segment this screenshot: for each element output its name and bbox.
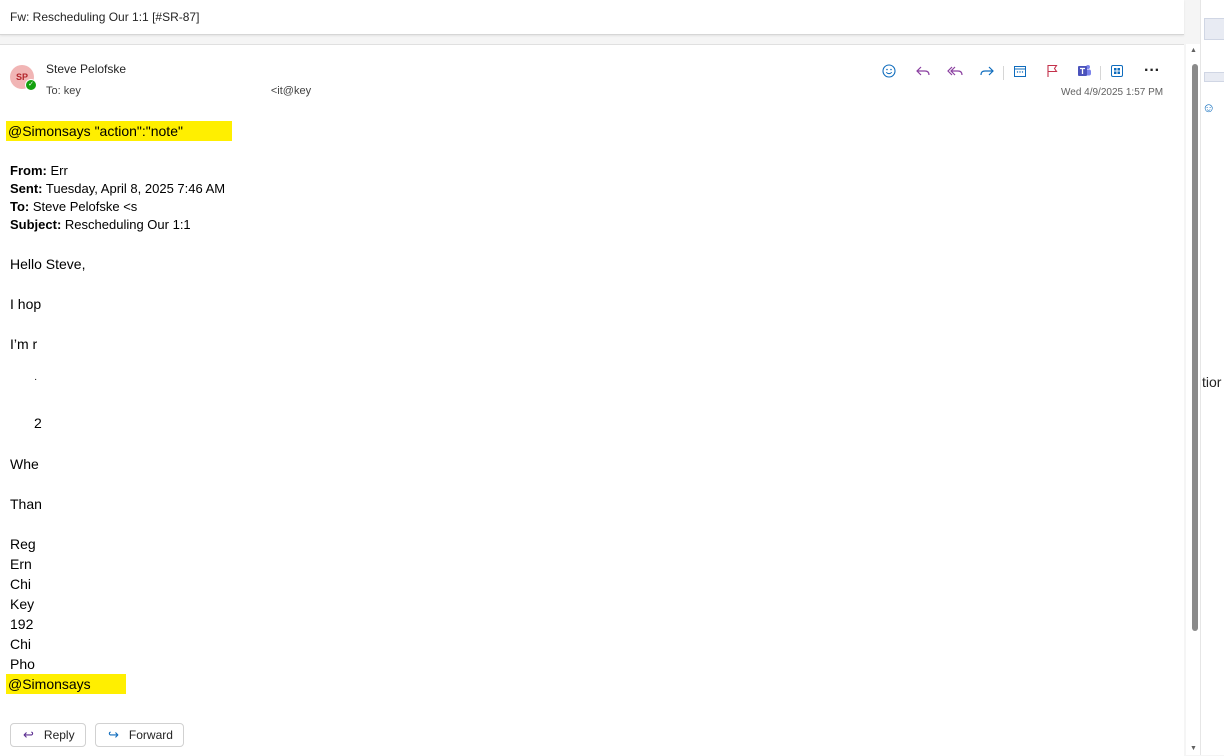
more-icon[interactable]: ··· bbox=[1141, 63, 1163, 83]
signature-line: Key bbox=[10, 596, 35, 612]
greeting: Hello Steve, bbox=[10, 256, 86, 272]
highlighted-command-top: @Simonsays "action":"note" bbox=[6, 121, 232, 141]
teams-icon[interactable] bbox=[1073, 63, 1095, 83]
reply-all-icon[interactable] bbox=[944, 63, 966, 83]
forward-icon[interactable] bbox=[976, 63, 998, 83]
recipient-line: To: key <it@key bbox=[46, 85, 311, 97]
forward-icon: ↪ bbox=[108, 727, 119, 742]
body-paragraph: I’m r bbox=[10, 336, 38, 352]
header-to: To: Steve Pelofske <s bbox=[10, 199, 138, 214]
bullet-item: 2 bbox=[34, 415, 42, 431]
email-message: SP ✓ Steve Pelofske To: key <it@key ··· … bbox=[0, 44, 1184, 756]
toolbar-divider bbox=[1100, 66, 1101, 80]
recipient-email[interactable]: <it@key bbox=[271, 85, 311, 97]
emoji-icon[interactable] bbox=[878, 63, 900, 83]
reply-icon: ↩ bbox=[23, 727, 34, 742]
subject-bar: Fw: Rescheduling Our 1:1 [#SR-87] bbox=[0, 0, 1184, 35]
header-from: From: Err bbox=[10, 163, 68, 178]
apps-icon[interactable] bbox=[1106, 63, 1128, 83]
header-sent: Sent: Tuesday, April 8, 2025 7:46 AM bbox=[10, 181, 226, 196]
bullet-item: · bbox=[34, 374, 38, 385]
flag-icon[interactable] bbox=[1041, 63, 1063, 83]
header-subject: Subject: Rescheduling Our 1:1 bbox=[10, 217, 191, 232]
received-date: Wed 4/9/2025 1:57 PM bbox=[1061, 87, 1164, 98]
scrollbar-thumb[interactable] bbox=[1192, 64, 1198, 631]
to-label: To: bbox=[46, 85, 61, 97]
sender-name[interactable]: Steve Pelofske bbox=[46, 62, 126, 76]
signature-line: Pho bbox=[10, 656, 35, 672]
email-subject: Fw: Rescheduling Our 1:1 [#SR-87] bbox=[10, 10, 200, 24]
scroll-down-icon[interactable]: ▼ bbox=[1190, 745, 1197, 752]
toolbar-divider bbox=[1003, 66, 1004, 80]
scroll-up-icon[interactable]: ▲ bbox=[1190, 47, 1197, 54]
forward-button[interactable]: ↪ Forward bbox=[95, 723, 184, 747]
highlighted-command-bottom: @Simonsays bbox=[6, 674, 126, 694]
calendar-icon[interactable] bbox=[1009, 63, 1031, 83]
side-panel-tab[interactable] bbox=[1204, 72, 1224, 82]
side-panel-text: tior bbox=[1202, 374, 1222, 390]
body-paragraph: I hop bbox=[10, 296, 42, 312]
recipient-name[interactable]: key bbox=[64, 85, 81, 97]
side-panel-tab[interactable] bbox=[1204, 18, 1224, 40]
signature-line: Chi bbox=[10, 576, 32, 592]
emoji-icon[interactable]: ☺ bbox=[1202, 100, 1215, 115]
signature-line: 192 bbox=[10, 616, 34, 632]
reply-button[interactable]: ↩ Reply bbox=[10, 723, 86, 747]
signature-line: Ern bbox=[10, 556, 32, 572]
signature-line: Chi bbox=[10, 636, 32, 652]
presence-available-icon: ✓ bbox=[25, 79, 37, 91]
body-paragraph: Than bbox=[10, 496, 42, 512]
reply-icon[interactable] bbox=[912, 63, 934, 83]
body-paragraph: Whe bbox=[10, 456, 39, 472]
signature-line: Reg bbox=[10, 536, 36, 552]
